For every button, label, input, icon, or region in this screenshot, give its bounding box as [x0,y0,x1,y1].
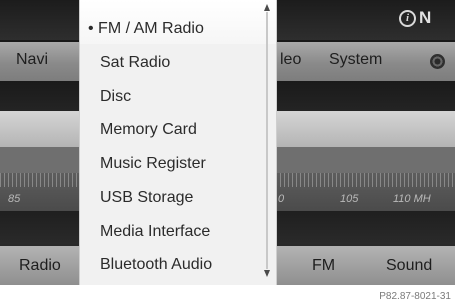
scale-label: 0 [278,193,285,205]
function-radio[interactable]: Radio [19,257,61,275]
menu-item-navi[interactable]: Navi [16,51,48,69]
status-indicator: N [419,8,432,27]
gear-icon[interactable] [430,54,445,69]
dropdown-item-media-interface[interactable]: Media Interface [100,223,210,241]
scale-label: 85 [8,193,21,205]
scrollbar-track [266,12,268,269]
dropdown-item-usb-storage[interactable]: USB Storage [100,189,193,207]
dropdown-item-fm-am-radio[interactable]: • FM / AM Radio [88,20,204,38]
function-sound[interactable]: Sound [386,257,432,275]
figure-code: P82.87-8021-31 [379,291,451,302]
audio-source-dropdown: • FM / AM Radio Sat Radio Disc Memory Ca… [80,0,276,285]
dropdown-item-bluetooth-audio[interactable]: Bluetooth Audio [100,256,212,274]
scale-label: 110 MH [393,193,431,205]
scale-label: 105 [340,193,359,205]
dropdown-item-sat-radio[interactable]: Sat Radio [100,54,170,72]
dropdown-scrollbar[interactable] [264,4,270,277]
scroll-down-arrow-icon [264,270,270,277]
figure-caption: P82.87-8021-31 [0,285,455,308]
info-icon: i [399,10,416,27]
function-fm[interactable]: FM [312,257,335,275]
dropdown-item-disc[interactable]: Disc [100,88,131,106]
head-unit-screen: i N Navi leo System 85 0 105 110 MH Radi… [0,0,455,285]
dropdown-item-memory-card[interactable]: Memory Card [100,121,197,139]
scroll-up-arrow-icon [264,4,270,11]
menu-item-system[interactable]: System [329,51,382,69]
dropdown-item-music-register[interactable]: Music Register [100,155,206,173]
menu-item-video[interactable]: leo [280,51,301,69]
